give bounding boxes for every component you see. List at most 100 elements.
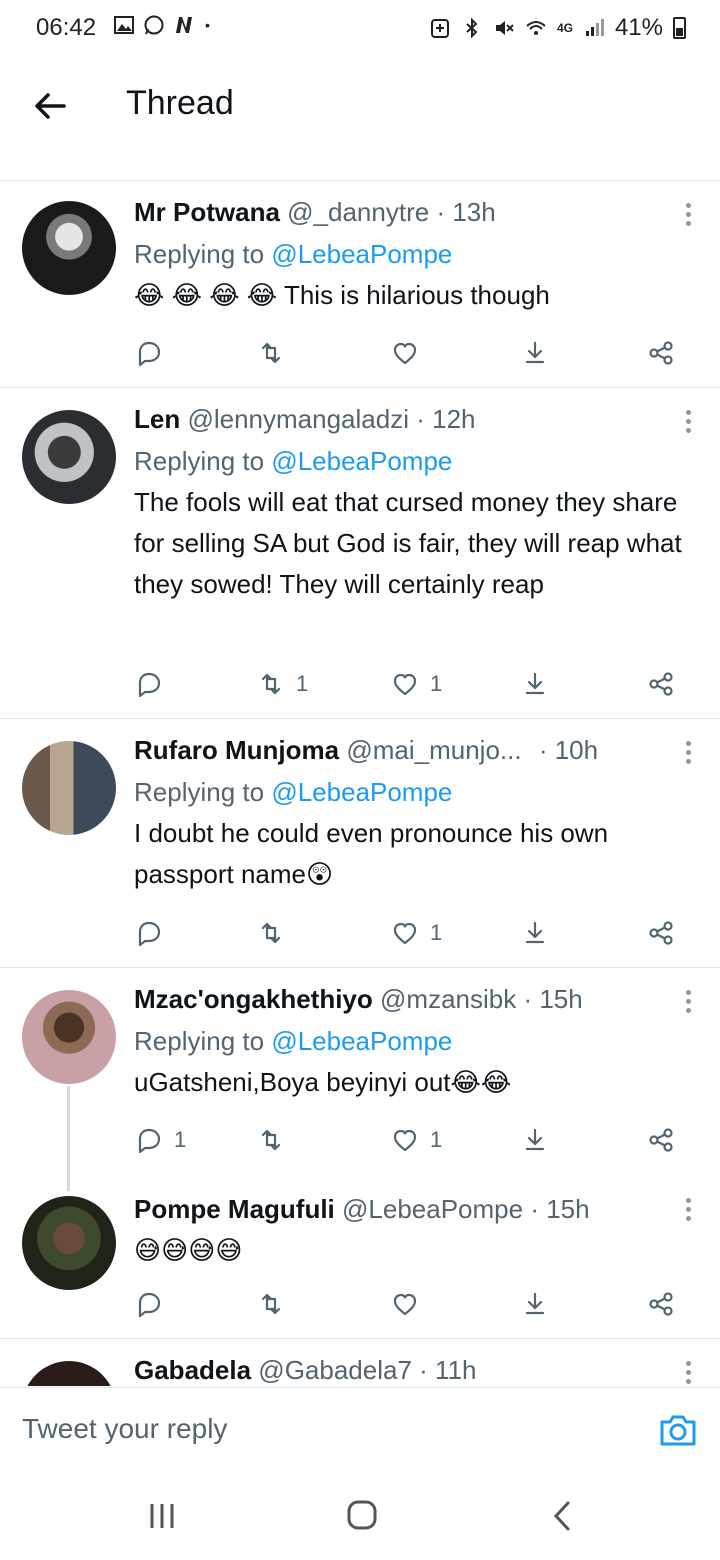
retweet-button[interactable] xyxy=(256,1120,296,1160)
tweet-actions: 11 xyxy=(134,1120,690,1160)
retweet-button[interactable] xyxy=(256,333,296,373)
share-button[interactable] xyxy=(646,664,676,704)
bookmark-button[interactable] xyxy=(520,333,550,373)
bookmark-button[interactable] xyxy=(520,664,550,704)
system-nav-bar xyxy=(0,1468,720,1560)
retweet-button[interactable] xyxy=(256,1284,296,1324)
like-count: 1 xyxy=(430,1127,443,1152)
reply-input[interactable] xyxy=(20,1406,624,1452)
reply-tweet[interactable]: Mr Potwana @_dannytre · 13h Replying to … xyxy=(0,181,720,388)
reply-tweet[interactable]: Len @lennymangaladzi · 12h Replying to @… xyxy=(0,388,720,719)
system-icons: 4G 41% xyxy=(429,14,686,42)
tweet-time: · 12h xyxy=(416,404,476,434)
author-name[interactable]: Mr Potwana xyxy=(134,197,280,227)
avatar[interactable] xyxy=(22,1196,116,1290)
share-button[interactable] xyxy=(646,1120,676,1160)
reply-button[interactable] xyxy=(134,333,174,373)
share-button[interactable] xyxy=(646,333,676,373)
avatar[interactable] xyxy=(22,201,116,295)
reply-button[interactable] xyxy=(134,913,174,953)
author-handle[interactable]: @mai_munjo... xyxy=(346,735,521,765)
status-time: 06:42 xyxy=(36,14,97,41)
share-button[interactable] xyxy=(646,1284,676,1324)
avatar[interactable] xyxy=(22,1361,116,1386)
author-handle[interactable]: @lennymangaladzi xyxy=(187,404,409,434)
like-button[interactable] xyxy=(390,333,430,373)
author-name[interactable]: Mzac'ongakhethiyo xyxy=(134,984,373,1014)
like-icon xyxy=(393,922,417,945)
reply-count: 1 xyxy=(174,1127,187,1152)
reply-button[interactable] xyxy=(134,1284,174,1324)
share-icon xyxy=(649,1128,673,1152)
author-name[interactable]: Pompe Magufuli xyxy=(134,1194,335,1224)
reply-button[interactable]: 1 xyxy=(134,1120,186,1160)
home-icon[interactable] xyxy=(342,1498,382,1534)
tweet-text: 😂 😂 😂 😂 This is hilarious though xyxy=(134,280,550,310)
reply-icon xyxy=(138,1292,161,1318)
like-button[interactable] xyxy=(390,1284,430,1324)
bookmark-icon xyxy=(525,1128,545,1151)
reply-tweet[interactable]: Pompe Magufuli @LebeaPompe · 15h 😅😅😅😅 xyxy=(0,1178,720,1339)
back-arrow-icon[interactable] xyxy=(30,86,70,126)
bookmark-icon xyxy=(525,1292,545,1315)
avatar[interactable] xyxy=(22,410,116,504)
retweet-icon xyxy=(261,922,281,944)
like-icon xyxy=(393,342,417,365)
author-name[interactable]: Gabadela xyxy=(134,1355,251,1385)
tweet-time: · 13h xyxy=(436,197,496,227)
tweet-header: Len @lennymangaladzi · 12h xyxy=(134,402,690,436)
reply-button[interactable] xyxy=(134,664,174,704)
author-name[interactable]: Rufaro Munjoma xyxy=(134,735,339,765)
reply-icon xyxy=(138,921,161,947)
camera-icon[interactable] xyxy=(658,1410,698,1450)
bookmark-button[interactable] xyxy=(520,913,550,953)
retweet-button[interactable] xyxy=(256,913,296,953)
dot-icon xyxy=(205,23,210,28)
avatar[interactable] xyxy=(22,990,116,1084)
tweet-actions xyxy=(134,1284,690,1324)
reply-tweet[interactable]: Gabadela @Gabadela7 · 11h xyxy=(0,1339,720,1386)
author-handle[interactable]: @LebeaPompe xyxy=(342,1194,523,1224)
thread-feed[interactable]: Mr Potwana @_dannytre · 13h Replying to … xyxy=(0,181,720,1386)
author-handle[interactable]: @Gabadela7 xyxy=(258,1355,412,1385)
mention-link[interactable]: @LebeaPompe xyxy=(271,777,452,807)
mute-icon xyxy=(495,21,514,35)
like-button[interactable]: 1 xyxy=(390,1120,442,1160)
back-icon[interactable] xyxy=(544,1498,584,1534)
network-label: 4G xyxy=(556,21,573,35)
previous-tweet-actions xyxy=(0,152,720,181)
recent-apps-icon[interactable] xyxy=(142,1498,182,1534)
thread-header: Thread xyxy=(0,56,720,152)
mention-link[interactable]: @LebeaPompe xyxy=(271,446,452,476)
author-name[interactable]: Len xyxy=(134,404,180,434)
share-button[interactable] xyxy=(646,913,676,953)
author-handle[interactable]: @_dannytre xyxy=(287,197,429,227)
share-icon xyxy=(649,921,673,945)
reply-composer xyxy=(0,1387,720,1469)
replying-to: Replying to @LebeaPompe xyxy=(134,446,453,476)
tweet-time: · 15h xyxy=(523,984,583,1014)
bookmark-button[interactable] xyxy=(520,1120,550,1160)
tweet-text: 😅😅😅😅 xyxy=(134,1235,243,1265)
tweet-text: The fools will eat that cursed money the… xyxy=(134,487,682,599)
avatar[interactable] xyxy=(22,741,116,835)
reply-icon xyxy=(138,341,161,367)
mention-link[interactable]: @LebeaPompe xyxy=(271,239,452,269)
reply-tweet[interactable]: Mzac'ongakhethiyo @mzansibk · 15h Replyi… xyxy=(0,968,720,1178)
battery-icon xyxy=(673,17,686,39)
reply-tweet[interactable]: Rufaro Munjoma @mai_munjo... · 10h Reply… xyxy=(0,719,720,968)
tweet-actions: 11 xyxy=(134,664,690,704)
like-button[interactable]: 1 xyxy=(390,664,442,704)
tweet-header: Rufaro Munjoma @mai_munjo... · 10h xyxy=(134,733,690,767)
bookmark-icon xyxy=(525,921,545,944)
like-icon xyxy=(393,1293,417,1316)
bookmark-button[interactable] xyxy=(520,1284,550,1324)
retweet-icon xyxy=(261,342,281,364)
mention-link[interactable]: @LebeaPompe xyxy=(271,1026,452,1056)
author-handle[interactable]: @mzansibk xyxy=(380,984,516,1014)
bluetooth-icon xyxy=(466,17,478,39)
retweet-button[interactable]: 1 xyxy=(256,664,308,704)
like-button[interactable]: 1 xyxy=(390,913,442,953)
share-icon xyxy=(649,672,673,696)
replying-to: Replying to @LebeaPompe xyxy=(134,777,453,807)
